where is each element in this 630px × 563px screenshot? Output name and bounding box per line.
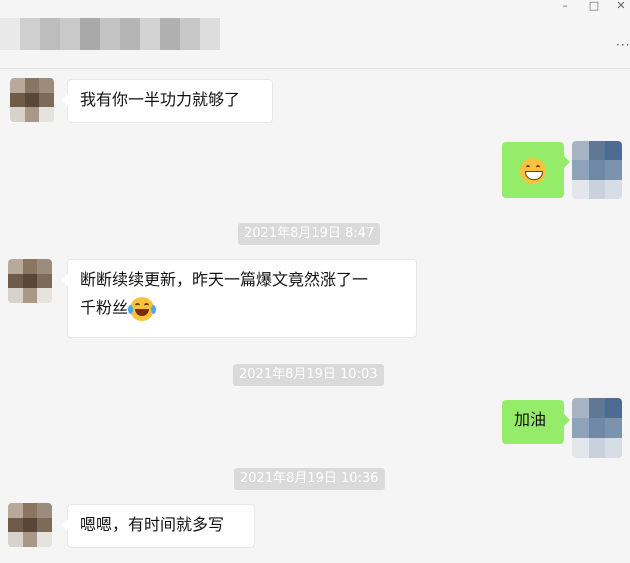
chat-header: – □ ✕ ··· [0,0,630,69]
message-text: 千粉丝 [80,298,129,317]
more-options-icon[interactable]: ··· [616,39,630,51]
maximize-button[interactable]: □ [583,0,605,14]
user-avatar[interactable] [572,141,622,199]
message-text-line2: 千粉丝 [80,294,404,322]
contact-avatar[interactable] [10,78,54,122]
timestamp: 2021年8月19日 10:36 [234,468,385,490]
contact-avatar[interactable] [8,503,52,547]
grinning-face-emoji-icon [520,157,546,184]
message-text: 嗯嗯，有时间就多写 [80,515,225,534]
timestamp: 2021年8月19日 10:03 [233,364,384,386]
message-bubble-outgoing[interactable]: 加油 [502,400,570,444]
minimize-button[interactable]: – [554,0,576,14]
message-bubble-incoming[interactable]: 嗯嗯，有时间就多写 [62,504,255,548]
message-text-line1: 断断续续更新，昨天一篇爆文竟然涨了一 [80,270,369,289]
timestamp: 2021年8月19日 8:47 [238,223,381,245]
message-text: 加油 [514,410,547,429]
user-avatar[interactable] [572,398,622,458]
message-bubble-incoming[interactable]: 我有你一半功力就够了 [62,79,273,123]
message-bubble-incoming[interactable]: 断断续续更新，昨天一篇爆文竟然涨了一 千粉丝 [62,259,417,338]
chat-title-blurred [0,18,220,50]
message-bubble-outgoing[interactable] [502,142,570,198]
close-button[interactable]: ✕ [610,0,630,14]
contact-avatar[interactable] [8,259,52,303]
tears-of-joy-emoji-icon [128,296,157,321]
message-text: 我有你一半功力就够了 [80,90,241,109]
